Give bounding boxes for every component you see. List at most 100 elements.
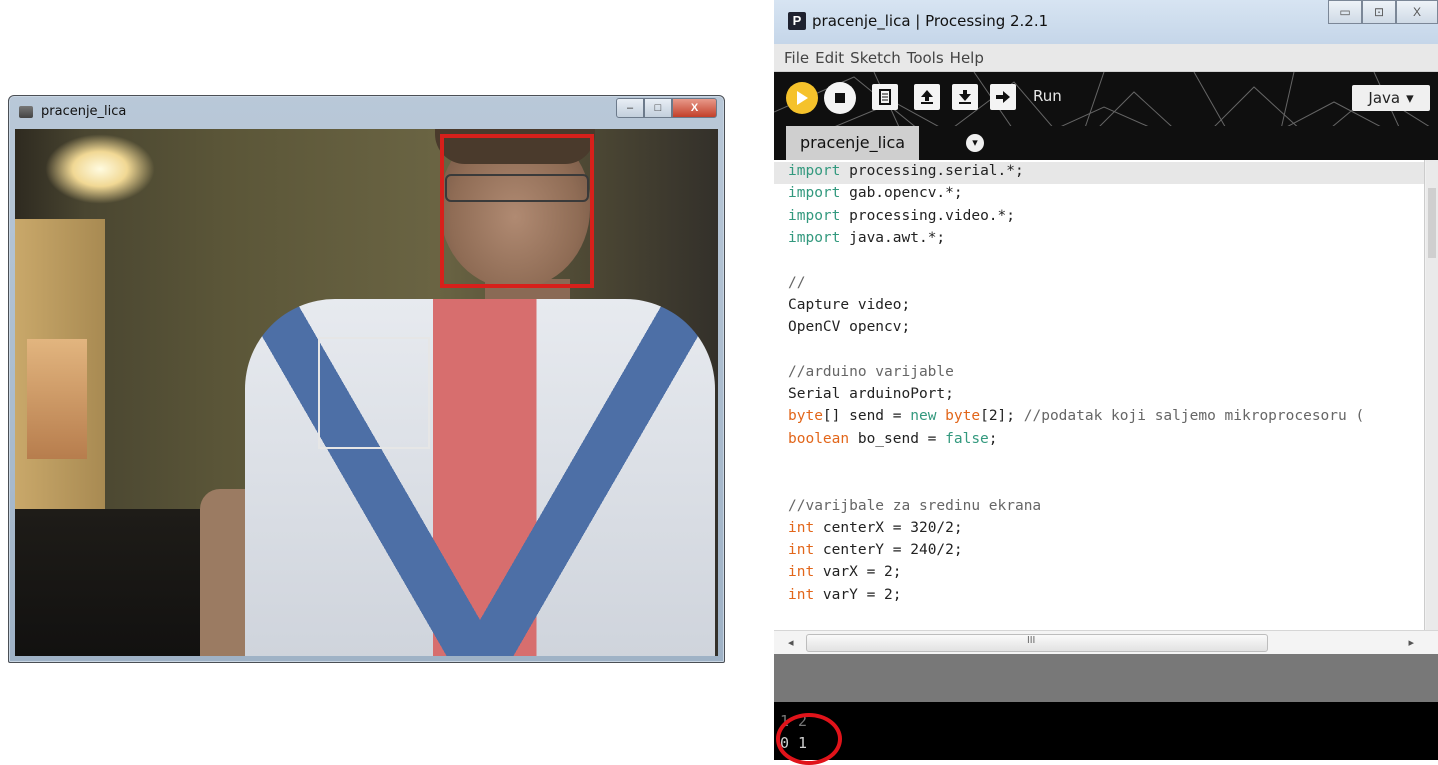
code-token: [] send =: [822, 408, 911, 425]
close-button[interactable]: X: [672, 98, 717, 118]
sketch-window-title: pracenje_lica: [41, 104, 127, 119]
code-token: centerX = 320/2;: [814, 519, 963, 536]
code-line: import processing.video.*;: [788, 208, 1015, 230]
code-token: bo_send =: [849, 430, 946, 447]
code-line: //: [788, 275, 805, 297]
code-token: byte: [945, 408, 981, 425]
code-line: //arduino varijable: [788, 364, 954, 386]
lamp-glare: [45, 134, 155, 204]
code-token: OpenCV opencv;: [788, 319, 911, 336]
ide-window-title: pracenje_lica | Processing 2.2.1: [812, 12, 1049, 30]
minimize-button[interactable]: –: [616, 98, 644, 118]
code-token: ;: [988, 430, 998, 447]
code-token: centerY = 240/2;: [814, 542, 963, 559]
menu-file[interactable]: File: [784, 49, 809, 67]
code-token: import: [788, 207, 841, 224]
code-token: false: [945, 430, 989, 447]
run-button[interactable]: [786, 82, 818, 114]
sketch-window: pracenje_lica – □ X: [8, 95, 725, 663]
code-token: varY = 2;: [814, 586, 902, 603]
menu-bar: File Edit Sketch Tools Help: [774, 44, 1438, 72]
tab-pracenje-lica[interactable]: pracenje_lica: [786, 126, 920, 160]
window-app-icon: [19, 106, 33, 118]
tab-bar: pracenje_lica ▾: [774, 126, 1438, 160]
code-token: Serial arduinoPort;: [788, 386, 954, 402]
ide-window-controls: ▭ ⊡ X: [1328, 0, 1438, 24]
camera-feed: [15, 129, 718, 656]
tracking-box: [318, 337, 430, 449]
mode-label: Java: [1368, 89, 1401, 107]
upload-arrow-icon: [921, 90, 933, 104]
menu-edit[interactable]: Edit: [815, 49, 844, 67]
processing-logo-icon: P: [788, 12, 806, 30]
code-token: int: [788, 519, 815, 536]
scroll-left-arrow-icon[interactable]: ◂: [788, 636, 794, 649]
processing-ide-window: P pracenje_lica | Processing 2.2.1 ▭ ⊡ X…: [774, 0, 1438, 760]
tab-menu-chevron-icon[interactable]: ▾: [966, 134, 984, 152]
console-output: 1 2 0 1: [774, 702, 1438, 760]
code-token: boolean: [788, 430, 850, 447]
red-annotation-circle: [776, 713, 842, 765]
code-token: //: [788, 274, 806, 291]
open-button[interactable]: [914, 84, 940, 110]
code-line: boolean bo_send = false;: [788, 431, 998, 453]
export-arrow-icon: [996, 91, 1010, 103]
ide-titlebar[interactable]: P pracenje_lica | Processing 2.2.1 ▭ ⊡ X: [774, 0, 1438, 44]
code-line: int varX = 2;: [788, 564, 902, 586]
code-token: import: [788, 229, 841, 246]
new-sketch-button[interactable]: [872, 84, 898, 110]
code-token: gab.opencv.*;: [840, 185, 963, 202]
vertical-scroll-thumb[interactable]: [1428, 188, 1436, 258]
sketch-window-controls: – □ X: [616, 98, 717, 118]
code-line: import processing.serial.*;: [788, 163, 1024, 185]
vertical-scrollbar[interactable]: [1426, 160, 1438, 630]
horizontal-scrollbar[interactable]: ◂ III ▸: [774, 630, 1438, 655]
play-icon: [797, 91, 808, 105]
code-editor[interactable]: import processing.serial.*; import gab.op…: [774, 160, 1425, 630]
code-token: new: [910, 408, 937, 425]
code-token: varX = 2;: [814, 564, 902, 581]
maximize-button[interactable]: ⊡: [1362, 0, 1396, 24]
code-line: int centerX = 320/2;: [788, 520, 963, 542]
face-detection-box: [440, 134, 594, 288]
code-token: [2];: [980, 408, 1024, 425]
code-token: Capture video;: [788, 296, 911, 313]
stop-icon: [835, 93, 845, 103]
export-button[interactable]: [990, 84, 1016, 110]
scroll-right-arrow-icon[interactable]: ▸: [1408, 636, 1414, 649]
person-shirt: [245, 299, 715, 656]
message-area: [774, 654, 1438, 702]
menu-help[interactable]: Help: [950, 49, 984, 67]
code-token: byte: [788, 408, 823, 425]
code-token: //arduino varijable: [788, 363, 954, 380]
code-token: int: [788, 542, 815, 559]
code-line: Capture video;: [788, 297, 910, 319]
stop-button[interactable]: [824, 82, 856, 114]
save-button[interactable]: [952, 84, 978, 110]
code-token: int: [788, 564, 815, 581]
wall-poster: [27, 339, 87, 459]
horizontal-scroll-thumb[interactable]: III: [806, 634, 1268, 652]
code-token: processing.video.*;: [840, 207, 1015, 224]
close-button[interactable]: X: [1396, 0, 1438, 24]
menu-tools[interactable]: Tools: [907, 49, 944, 67]
sketch-titlebar[interactable]: pracenje_lica – □ X: [9, 96, 724, 128]
chevron-down-icon: ▾: [1406, 89, 1414, 107]
code-token: //podatak koji saljemo mikroprocesoru (: [1023, 408, 1365, 425]
toolbar: Run Java ▾: [774, 72, 1438, 126]
code-line: OpenCV opencv;: [788, 319, 910, 341]
code-token: //varijbale za sredinu ekrana: [788, 497, 1042, 514]
new-file-icon: [879, 89, 891, 105]
code-token: import: [788, 185, 841, 202]
toolbar-hint-label: Run: [1033, 87, 1062, 105]
minimize-button[interactable]: ▭: [1328, 0, 1362, 24]
code-token: java.awt.*;: [840, 229, 946, 246]
code-token: int: [788, 586, 815, 603]
code-line: import java.awt.*;: [788, 230, 945, 252]
maximize-button[interactable]: □: [644, 98, 672, 118]
menu-sketch[interactable]: Sketch: [850, 49, 901, 67]
code-line: import gab.opencv.*;: [788, 185, 963, 207]
mode-selector[interactable]: Java ▾: [1352, 85, 1430, 111]
code-line: Serial arduinoPort;: [788, 386, 954, 408]
